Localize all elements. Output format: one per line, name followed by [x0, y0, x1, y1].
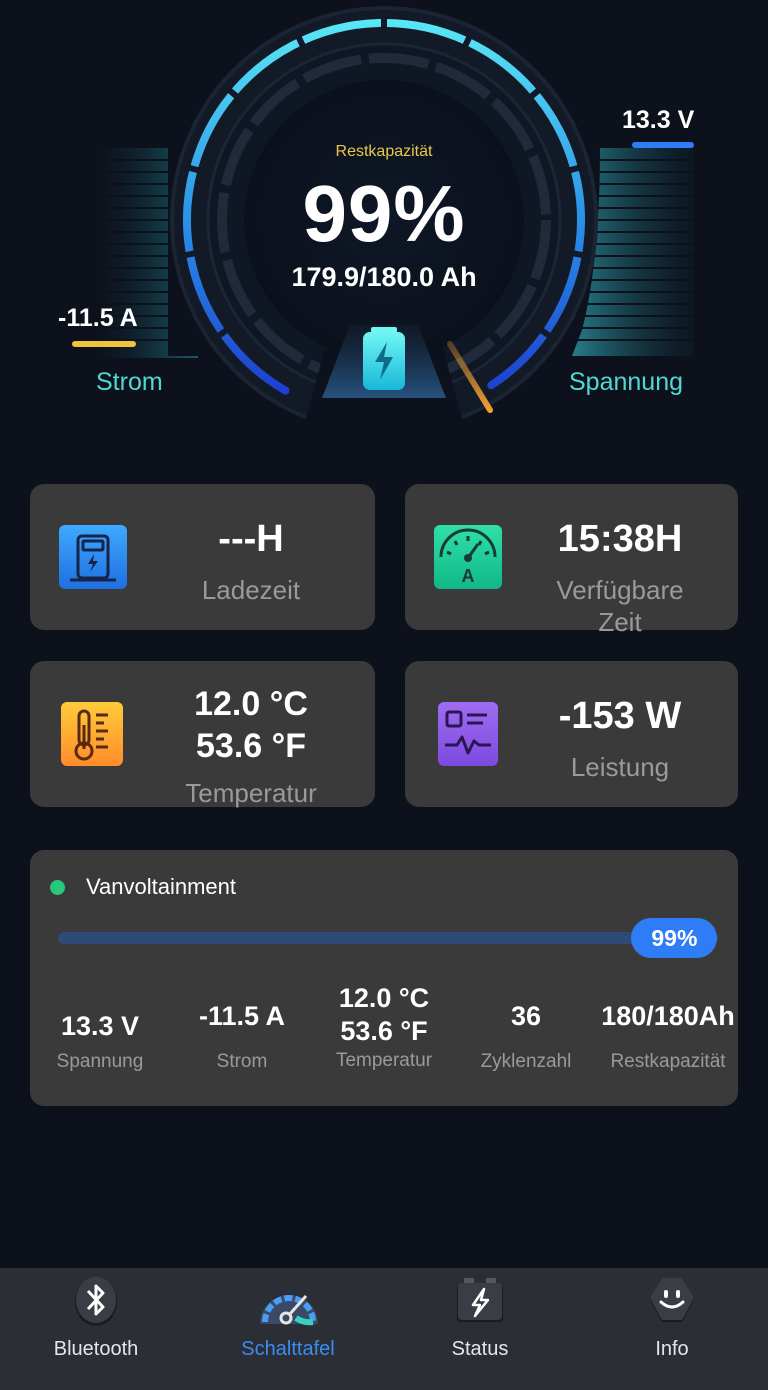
charge-time-card[interactable]: ---H Ladezeit [30, 484, 375, 630]
tab-info[interactable]: Info [576, 1268, 768, 1390]
battery-panel[interactable]: Vanvoltainment 99% 13.3 V Spannung -11.5… [30, 850, 738, 1106]
connection-status-dot [50, 880, 65, 895]
battery-name: Vanvoltainment [86, 874, 237, 899]
stat-current-value: -11.5 A [198, 1001, 286, 1031]
stat-temperature: 12.0 °C 53.6 °F Temperatur [309, 982, 459, 1072]
tab-schalttafel-label: Schalttafel [241, 1338, 335, 1360]
voltage-value: 13.3 V [622, 106, 695, 134]
stat-capacity-label: Restkapazität [610, 1051, 726, 1072]
charge-time-label: Ladezeit [201, 575, 301, 605]
bluetooth-icon [75, 1277, 117, 1326]
current-label: Strom [96, 368, 163, 396]
stat-cycles-value: 36 [510, 1001, 542, 1031]
tab-info-label: Info [655, 1338, 689, 1360]
capacity-percent: 99% [302, 169, 466, 258]
thermometer-icon [61, 702, 123, 766]
stat-temperature-label: Temperatur [335, 1050, 433, 1071]
stat-current-label: Strom [216, 1051, 268, 1072]
battery-charging-icon [363, 327, 405, 390]
stat-capacity: 180/180Ah Restkapazität [589, 1000, 747, 1073]
monitor-chart-icon [438, 702, 498, 766]
tab-status-label: Status [451, 1338, 509, 1360]
temperature-fahrenheit: 53.6 °F [196, 727, 306, 765]
ammeter-icon: A [434, 525, 502, 589]
stat-voltage-label: Spannung [56, 1051, 144, 1072]
temperature-celsius: 12.0 °C [194, 685, 308, 723]
power-value: -153 W [558, 695, 682, 737]
current-indicator-bar [72, 341, 136, 347]
stat-voltage-value: 13.3 V [60, 1011, 140, 1041]
capacity-progress-track [58, 932, 718, 944]
tab-status[interactable]: Status [384, 1268, 576, 1390]
stat-cycles: 36 Zyklenzahl [451, 1000, 601, 1073]
voltage-label: Spannung [569, 368, 684, 396]
tab-bluetooth-label: Bluetooth [53, 1338, 139, 1360]
dashboard-gauge-icon [260, 1294, 318, 1326]
stat-capacity-value: 180/180Ah [601, 1001, 735, 1031]
stat-current: -11.5 A Strom [167, 1000, 317, 1073]
charge-time-value: ---H [218, 518, 284, 560]
power-card[interactable]: -153 W Leistung [405, 661, 738, 807]
temperature-label: Temperatur [185, 778, 317, 808]
arc-segment-gap [180, 249, 200, 259]
tab-bluetooth[interactable]: Bluetooth [0, 1268, 192, 1390]
temperature-card[interactable]: 12.0 °C 53.6 °F Temperatur [30, 661, 375, 808]
battery-status-icon [457, 1278, 503, 1322]
stat-temperature-fahrenheit: 53.6 °F [340, 1016, 428, 1046]
svg-text:A: A [462, 566, 475, 586]
capacity-label: Restkapazität [335, 143, 433, 160]
smiley-info-icon [650, 1278, 694, 1322]
amp-hours: 179.9/180.0 Ah [291, 262, 477, 292]
available-time-card[interactable]: A 15:38H Verfügbare Zeit [405, 484, 738, 637]
voltage-indicator-bar [632, 142, 694, 148]
stat-voltage: 13.3 V Spannung [25, 1010, 175, 1073]
tab-schalttafel[interactable]: Schalttafel [192, 1268, 384, 1390]
stat-temperature-celsius: 12.0 °C [338, 983, 430, 1013]
power-label: Leistung [570, 752, 670, 782]
stat-cycles-label: Zyklenzahl [480, 1051, 572, 1072]
current-value: -11.5 A [58, 304, 138, 332]
available-time-label: Verfügbare Zeit [556, 575, 684, 637]
bottom-tab-bar: Bluetooth Schalttafel Status Info [0, 1268, 768, 1390]
available-time-value: 15:38H [557, 518, 683, 560]
charger-icon [59, 525, 127, 589]
capacity-progress-badge: 99% [631, 918, 718, 958]
arc-segment-gap [568, 249, 588, 259]
